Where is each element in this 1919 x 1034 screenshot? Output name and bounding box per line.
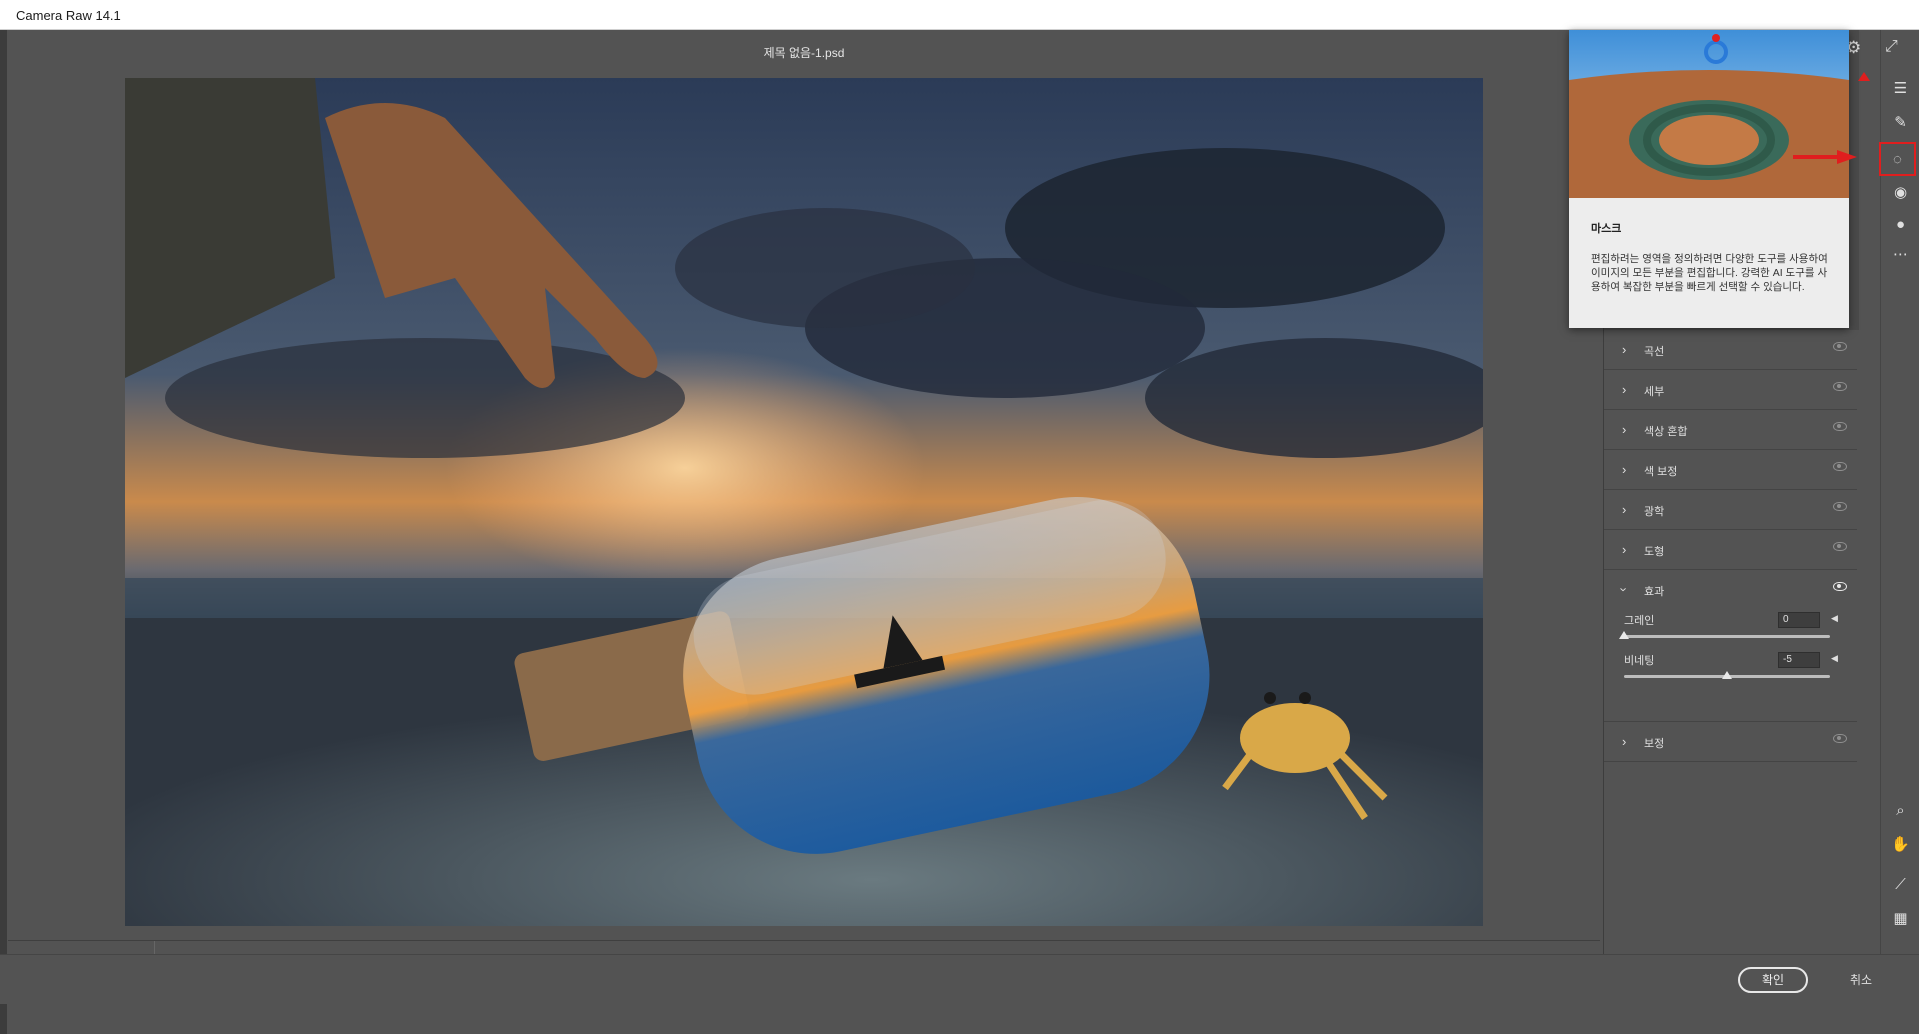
red-eye-icon[interactable]: ◉ — [1885, 178, 1916, 206]
section-optics[interactable]: › 광학 — [1604, 490, 1857, 530]
section-calibration[interactable]: › 보정 — [1604, 722, 1857, 762]
masking-icon[interactable]: ◌ — [1879, 142, 1916, 176]
vignette-input[interactable]: -5 — [1778, 652, 1820, 668]
visibility-eye-icon[interactable] — [1833, 462, 1847, 471]
vignette-reset-arrow-icon[interactable]: ◀ — [1831, 653, 1838, 664]
image-canvas[interactable] — [125, 78, 1483, 926]
color-sampler-icon[interactable]: ⟋ — [1885, 870, 1916, 898]
chevron-right-icon: › — [1622, 734, 1627, 749]
visibility-eye-icon[interactable] — [1833, 502, 1847, 511]
photo-bottle-on-beach — [125, 78, 1483, 926]
visibility-eye-icon[interactable] — [1833, 342, 1847, 351]
grid-icon[interactable]: ▦ — [1885, 904, 1916, 932]
chevron-down-icon: › — [1616, 587, 1632, 592]
edit-sliders-icon[interactable]: ☰ — [1885, 74, 1916, 102]
left-edge-strip — [0, 30, 7, 1034]
visibility-eye-icon[interactable] — [1833, 542, 1847, 551]
section-label: 효과 — [1644, 586, 1665, 598]
section-color-mixer[interactable]: › 색상 혼합 — [1604, 410, 1857, 450]
grain-slider-thumb[interactable] — [1619, 631, 1629, 639]
more-icon[interactable]: ⋯ — [1885, 240, 1916, 268]
chevron-right-icon: › — [1622, 422, 1627, 437]
section-label: 세부 — [1644, 386, 1665, 398]
vignette-slider-thumb[interactable] — [1722, 671, 1732, 679]
window-titlebar: Camera Raw 14.1 — [0, 0, 1919, 30]
section-label: 색상 혼합 — [1644, 426, 1688, 438]
hand-icon[interactable]: ✋ — [1885, 830, 1916, 858]
effects-controls: 그레인 0 ◀ 비네팅 -5 ◀ — [1604, 600, 1857, 722]
section-curves[interactable]: › 곡선 — [1604, 330, 1857, 370]
grain-input[interactable]: 0 — [1778, 612, 1820, 628]
ok-button[interactable]: 확인 — [1738, 967, 1808, 993]
vignette-label: 비네팅 — [1624, 655, 1655, 667]
fullscreen-icon[interactable]: ⤢ — [1885, 38, 1898, 56]
visibility-eye-icon[interactable] — [1833, 422, 1847, 431]
cancel-button[interactable]: 취소 — [1836, 967, 1886, 993]
section-label: 보정 — [1644, 738, 1665, 750]
section-detail[interactable]: › 세부 — [1604, 370, 1857, 410]
document-name: 제목 없음-1.psd — [763, 46, 845, 60]
section-label: 광학 — [1644, 506, 1665, 518]
tooltip-title: 마스크 — [1591, 223, 1622, 235]
visibility-eye-icon[interactable] — [1833, 582, 1847, 591]
zoom-icon[interactable]: ⌕ — [1885, 796, 1916, 824]
section-label: 곡선 — [1644, 346, 1665, 358]
healing-brush-icon[interactable]: ✎ — [1885, 108, 1916, 136]
grain-slider[interactable] — [1619, 631, 1830, 639]
vignette-slider[interactable] — [1624, 671, 1830, 679]
tooltip-preview-image — [1569, 30, 1849, 198]
right-toolbar: ☰ ✎ ◌ ◉ ● ⋯ ⌕ ✋ ⟋ ▦ — [1879, 30, 1919, 954]
grain-reset-arrow-icon[interactable]: ◀ — [1831, 613, 1838, 624]
tooltip-description: 편집하려는 영역을 정의하려면 다양한 도구를 사용하여 이미지의 모든 부분을… — [1591, 253, 1828, 293]
chevron-right-icon: › — [1622, 342, 1627, 357]
clipping-warning-icon[interactable] — [1858, 72, 1870, 81]
presets-icon[interactable]: ● — [1885, 210, 1916, 238]
grain-label: 그레인 — [1624, 615, 1655, 627]
dialog-footer: 확인 취소 — [0, 954, 1919, 1004]
image-viewer: 제목 없음-1.psd — [8, 30, 1600, 970]
section-color-grading[interactable]: › 색 보정 — [1604, 450, 1857, 490]
masking-tooltip: 마스크 편집하려는 영역을 정의하려면 다양한 도구를 사용하여 이미지의 모든… — [1569, 30, 1849, 328]
visibility-eye-icon[interactable] — [1833, 382, 1847, 391]
section-label: 색 보정 — [1644, 466, 1678, 478]
chevron-right-icon: › — [1622, 542, 1627, 557]
chevron-right-icon: › — [1622, 462, 1627, 477]
chevron-right-icon: › — [1622, 382, 1627, 397]
section-label: 도형 — [1644, 546, 1665, 558]
red-arrow-pointer-icon — [1793, 150, 1857, 164]
visibility-eye-icon[interactable] — [1833, 734, 1847, 743]
section-geometry[interactable]: › 도형 — [1604, 530, 1857, 570]
chevron-right-icon: › — [1622, 502, 1627, 517]
window-title: Camera Raw 14.1 — [16, 8, 121, 23]
